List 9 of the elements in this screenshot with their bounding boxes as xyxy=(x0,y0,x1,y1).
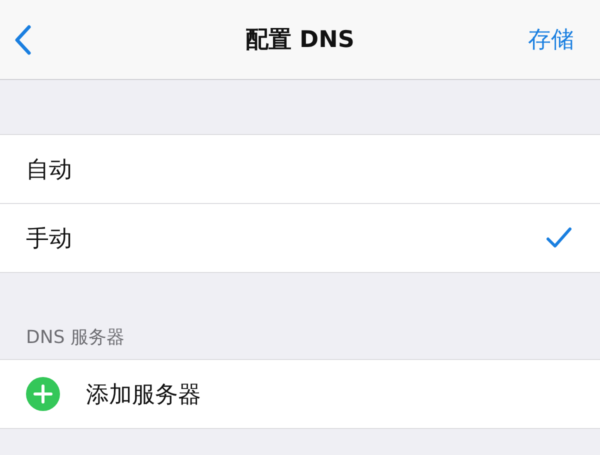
section-header: DNS 服务器 xyxy=(25,326,126,350)
nav-title: 配置 DNS xyxy=(244,26,356,55)
save-link[interactable]: 存储 xyxy=(528,24,574,55)
mode-option[interactable]: 手动 xyxy=(0,203,600,272)
checkmark-icon xyxy=(546,227,572,249)
back-chevron-icon[interactable] xyxy=(14,24,32,54)
add-icon xyxy=(26,377,60,411)
add-server-row[interactable]: 添加服务器 xyxy=(0,360,600,428)
mode-option[interactable]: 自动 xyxy=(0,135,600,203)
